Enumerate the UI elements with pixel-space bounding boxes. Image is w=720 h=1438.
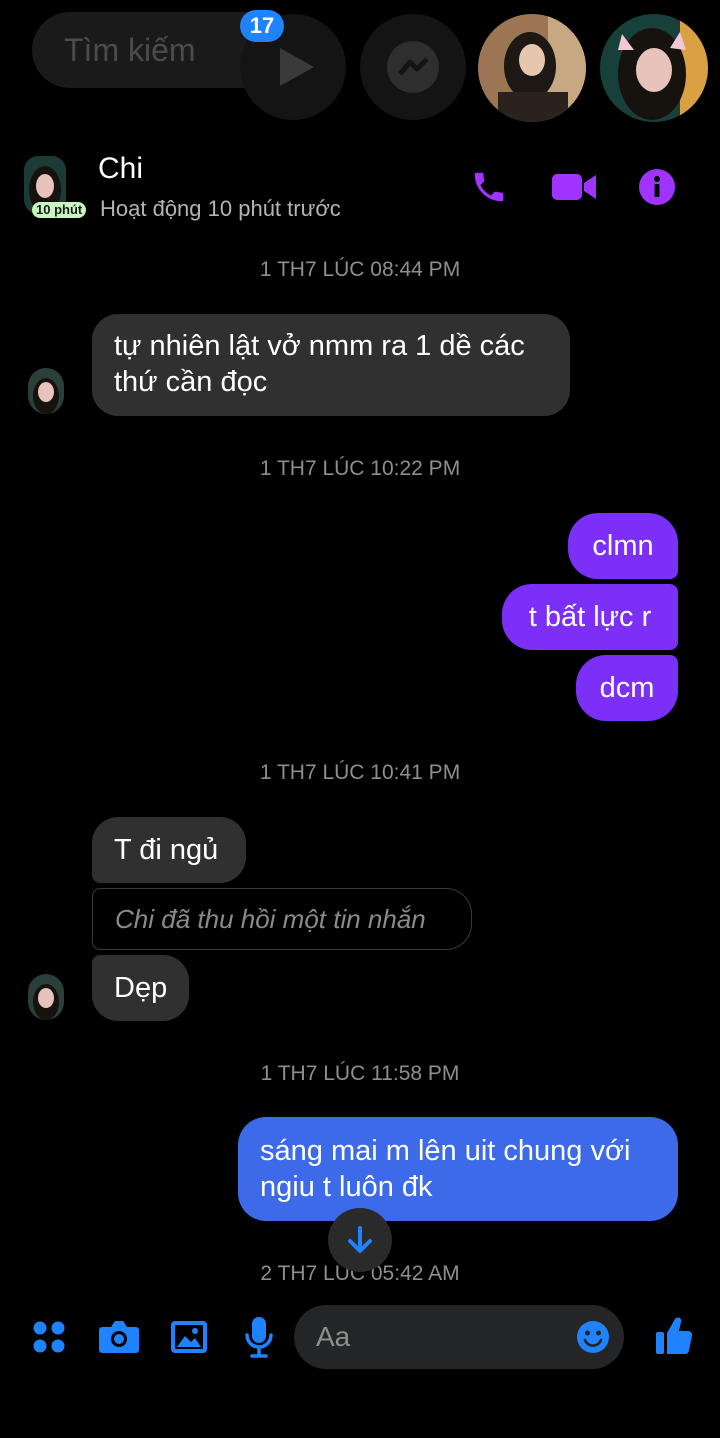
voice-call-button[interactable]: [470, 168, 508, 206]
messenger-button[interactable]: [360, 14, 466, 120]
video-camera-icon: [552, 174, 596, 200]
contact-name[interactable]: Chi: [98, 152, 143, 186]
voice-message-button[interactable]: [244, 1316, 274, 1358]
gallery-button[interactable]: [170, 1320, 208, 1354]
message-timestamp: 1 TH7 LÚC 08:44 PM: [259, 258, 461, 281]
active-status: Hoạt động 10 phút trước: [100, 196, 341, 221]
message-timestamp: 1 TH7 LÚC 11:58 PM: [260, 1062, 460, 1085]
contact-avatar-story-2[interactable]: [600, 14, 708, 122]
apps-button[interactable]: [32, 1320, 66, 1354]
recalled-message: Chi đã thu hồi một tin nhắn: [92, 888, 472, 950]
received-message[interactable]: Dẹp: [92, 955, 189, 1021]
avatar-photo-1: [478, 14, 586, 122]
gallery-icon: [171, 1321, 207, 1353]
contact-avatar-story-1[interactable]: [478, 14, 586, 122]
active-time-badge: 10 phút: [32, 202, 87, 218]
received-message[interactable]: T đi ngủ: [92, 817, 246, 883]
sent-message[interactable]: t bất lực r: [502, 584, 678, 650]
message-text-line: tự nhiên lật vở nmm ra 1 dề các: [114, 330, 525, 362]
microphone-icon: [245, 1317, 273, 1358]
camera-icon: [99, 1321, 139, 1353]
message-text-line: thứ cần đọc: [114, 366, 268, 398]
sender-avatar[interactable]: [28, 974, 64, 1020]
emoji-icon: [577, 1321, 609, 1353]
received-message[interactable]: tự nhiên lật vở nmm ra 1 dề các thứ cần …: [92, 314, 570, 416]
sender-avatar[interactable]: [28, 368, 64, 414]
like-button[interactable]: [654, 1314, 694, 1356]
avatar-photo-small: [28, 368, 64, 414]
messenger-icon: [387, 41, 439, 93]
emoji-button[interactable]: [576, 1320, 610, 1354]
apps-icon: [33, 1321, 65, 1353]
info-icon: [639, 169, 675, 205]
avatar-photo-2: [600, 14, 708, 122]
avatar-photo-small: [28, 974, 64, 1020]
message-timestamp: 1 TH7 LÚC 10:41 PM: [259, 761, 461, 784]
camera-button[interactable]: [98, 1318, 140, 1356]
sent-message[interactable]: clmn: [568, 513, 678, 579]
message-input[interactable]: Aa: [294, 1305, 624, 1369]
sent-message[interactable]: sáng mai m lên uit chung với ngiu t luôn…: [238, 1117, 678, 1221]
conversation-info-button[interactable]: [638, 168, 676, 206]
message-timestamp: 1 TH7 LÚC 10:22 PM: [259, 457, 461, 480]
scroll-down-icon: [348, 1226, 372, 1253]
sent-message[interactable]: dcm: [576, 655, 678, 721]
video-call-button[interactable]: [552, 170, 596, 204]
scroll-to-bottom-button[interactable]: [328, 1208, 392, 1272]
message-text-line: ngiu t luôn đk: [260, 1171, 433, 1203]
message-text-line: sáng mai m lên uit chung với: [260, 1135, 631, 1167]
like-icon: [656, 1317, 693, 1354]
phone-icon: [474, 172, 504, 202]
notification-badge: 17: [240, 10, 284, 42]
